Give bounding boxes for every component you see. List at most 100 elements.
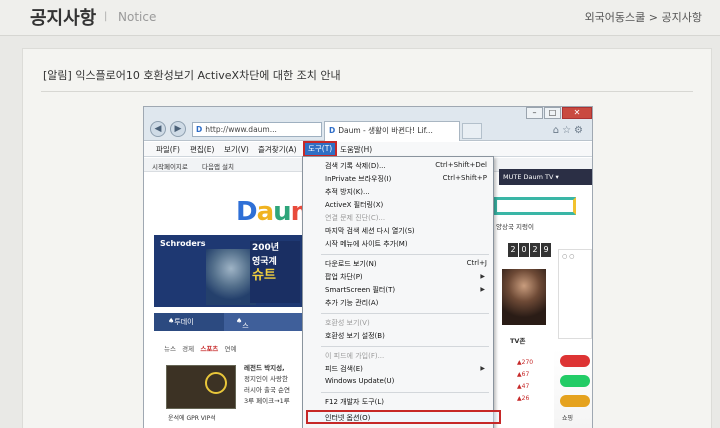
menu-favorites[interactable]: 즐겨찾기(A): [258, 144, 297, 155]
ad-figure-image: [206, 249, 256, 305]
post-title: [알림] 익스플로어10 호환성보기 ActiveX차단에 대한 조치 안내: [43, 69, 341, 82]
subtab-entertainment[interactable]: 연예: [225, 345, 237, 353]
menu-separator: [321, 254, 489, 255]
menu-item-tracking-protection[interactable]: 추적 방지(K)...: [325, 187, 370, 197]
menu-item-diagnose: 연결 문제 진단(C)...: [325, 214, 386, 222]
menu-separator: [321, 392, 489, 393]
menu-separator: [321, 346, 489, 347]
tab-story[interactable]: ♠ 스토리: [236, 317, 249, 350]
news-item[interactable]: 레전드 박지성,: [244, 363, 290, 374]
news-item[interactable]: 정지인이 사랑한: [244, 374, 290, 385]
maximize-icon[interactable]: □: [544, 107, 561, 119]
right-header[interactable]: 양상국 지렁이: [496, 221, 534, 231]
new-tab-button[interactable]: [462, 123, 482, 139]
browser-tab[interactable]: D Daum - 생활이 바뀐다! Lif...: [324, 121, 460, 141]
stats-list: ▲270 ▲67 ▲47 ▲26: [517, 359, 534, 402]
news-item[interactable]: 3루 페이크→1루: [244, 396, 290, 407]
ad-text-panel[interactable]: 200년 영국계 슈트: [250, 241, 300, 303]
breadcrumb-current[interactable]: 공지사항: [662, 11, 702, 24]
favorite-app[interactable]: 다음앱 설치: [202, 161, 234, 171]
embedded-screenshot: – □ ✕ ◀ ▶ Dhttp://www.daum... D Daum - 생활…: [143, 106, 593, 428]
menu-item-popup-blocker[interactable]: 팝업 차단(P): [325, 272, 363, 282]
favorite-home[interactable]: 시작페이지로: [152, 161, 188, 171]
menu-edit[interactable]: 편집(E): [190, 144, 214, 155]
menu-item-feed-discovery[interactable]: 피드 검색(E): [325, 364, 363, 374]
close-icon[interactable]: ✕: [562, 107, 592, 119]
menu-item-reopen-session[interactable]: 마지막 검색 세션 다시 열기(S): [325, 226, 415, 236]
menu-item-add-to-start[interactable]: 시작 메뉴에 사이트 추가(M): [325, 239, 408, 249]
news-item[interactable]: 러시아 출국 순연: [244, 385, 290, 396]
shopping-images[interactable]: 쇼핑: [554, 349, 592, 428]
page-title-english: Notice: [118, 10, 157, 24]
product-image: [560, 395, 590, 407]
clock-digit: 2: [508, 243, 518, 257]
search-box[interactable]: [494, 197, 576, 215]
ad-brand: Schroders: [160, 239, 206, 248]
address-bar[interactable]: Dhttp://www.daum...: [192, 122, 322, 137]
clock-widget: 2 0 2 9: [508, 243, 552, 257]
breadcrumb: 외국어동스쿨 > 공지사항: [585, 9, 702, 25]
post-divider: [41, 91, 693, 92]
shortcut-delete-history: Ctrl+Shift+Del: [435, 161, 487, 169]
menu-item-activex-filtering[interactable]: ActiveX 필터링(X): [325, 200, 383, 210]
submenu-arrow-icon: ▶: [480, 286, 485, 293]
browser-titlebar: – □ ✕ ◀ ▶ Dhttp://www.daum... D Daum - 생활…: [144, 107, 592, 141]
menu-item-smartscreen[interactable]: SmartScreen 필터(T): [325, 285, 395, 295]
menu-bar: 파일(F) 편집(E) 보기(V) 즐겨찾기(A) 도구(T) 도움말(H): [144, 141, 592, 157]
page-title: 공지사항: [30, 8, 97, 29]
news-thumbnail[interactable]: [166, 365, 236, 409]
tools-dropdown-menu: 검색 기록 삭제(D)... Ctrl+Shift+Del InPrivate …: [302, 156, 501, 428]
address-text: http://www.daum...: [205, 125, 277, 134]
subtab-economy[interactable]: 경제: [182, 345, 194, 353]
menu-item-internet-options[interactable]: 인터넷 옵션(O): [325, 413, 370, 423]
menu-item-compat-settings[interactable]: 호환성 보기 설정(B): [325, 331, 385, 341]
menu-separator: [321, 313, 489, 314]
toolbar-icons[interactable]: ⌂☆⚙: [553, 125, 586, 136]
menu-item-f12-dev-tools[interactable]: F12 개발자 도구(L): [325, 397, 384, 407]
side-widget[interactable]: ○ ○: [558, 249, 592, 339]
content-tabs: ♠ 투데이 ♠ 스토리: [154, 313, 304, 350]
menu-item-downloads[interactable]: 다운로드 보기(N): [325, 259, 377, 269]
news-caption[interactable]: 운석에 GPR VIP석: [168, 413, 216, 422]
title-separator: |: [104, 11, 108, 22]
tab-title: Daum - 생활이 바뀐다! Lif...: [338, 126, 433, 135]
back-icon[interactable]: ◀: [150, 121, 166, 137]
stat-value: 47: [521, 383, 530, 390]
celebrity-image[interactable]: [502, 269, 546, 325]
ad-text-1: 200년: [252, 243, 280, 253]
menu-item-windows-update[interactable]: Windows Update(U): [325, 377, 394, 385]
shortcut-inprivate: Ctrl+Shift+P: [442, 174, 487, 182]
menu-item-delete-history[interactable]: 검색 기록 삭제(D)...: [325, 161, 386, 171]
clock-digit: 0: [519, 243, 529, 257]
news-subtabs: 뉴스 경제 스포츠 연예: [164, 343, 236, 353]
news-list: 레전드 박지성, 정지인이 사랑한 러시아 출국 순연 3루 페이크→1루: [244, 363, 290, 407]
highlight-circle: [205, 372, 227, 394]
daum-top-nav[interactable]: MUTE Daum TV ▾: [499, 169, 592, 185]
shortcut-downloads: Ctrl+J: [466, 259, 487, 267]
stat-value: 26: [521, 395, 530, 402]
submenu-arrow-icon: ▶: [480, 273, 485, 280]
menu-view[interactable]: 보기(V): [224, 144, 249, 155]
page-header: 공지사항 | Notice 외국어동스쿨 > 공지사항: [0, 0, 720, 36]
minimize-icon[interactable]: –: [526, 107, 543, 119]
subtab-news[interactable]: 뉴스: [164, 345, 176, 353]
tv-zone-label[interactable]: TV존: [510, 335, 525, 345]
menu-help[interactable]: 도움말(H): [340, 144, 372, 155]
product-image: [560, 355, 590, 367]
ad-text-2: 영국계: [252, 257, 277, 267]
tab-today[interactable]: ♠ 투데이: [154, 313, 224, 331]
forward-icon[interactable]: ▶: [170, 121, 186, 137]
breadcrumb-parent[interactable]: 외국어동스쿨: [585, 11, 646, 24]
submenu-arrow-icon: ▶: [480, 365, 485, 372]
stat-value: 67: [521, 371, 530, 378]
menu-tools[interactable]: 도구(T): [302, 141, 338, 157]
menu-file[interactable]: 파일(F): [156, 144, 180, 155]
menu-item-compat-view: 호환성 보기(V): [325, 319, 370, 327]
menu-item-subscribe-feed: 이 피드에 가입(F)...: [325, 352, 385, 360]
clock-digit: 2: [530, 243, 540, 257]
menu-item-inprivate[interactable]: InPrivate 브라우징(I): [325, 174, 391, 184]
ad-text-3: 슈트: [252, 268, 276, 283]
subtab-sports[interactable]: 스포츠: [200, 345, 218, 353]
menu-item-manage-addons[interactable]: 추가 기능 관리(A): [325, 298, 378, 308]
clock-digit: 9: [541, 243, 551, 257]
